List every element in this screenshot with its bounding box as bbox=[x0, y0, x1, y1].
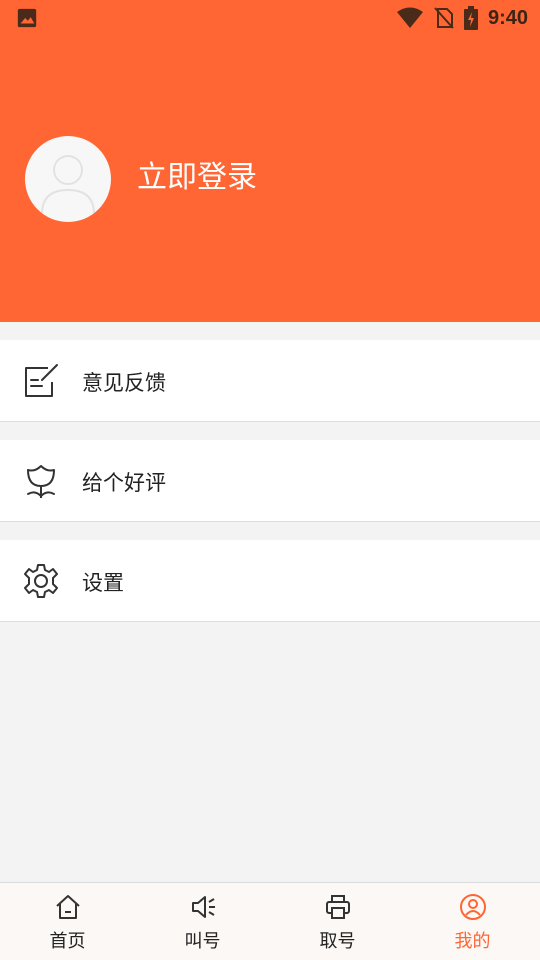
menu-item-label: 给个好评 bbox=[82, 471, 166, 495]
tab-label: 取号 bbox=[319, 931, 356, 952]
tab-label: 叫号 bbox=[184, 931, 221, 952]
status-time: 9:40 bbox=[487, 6, 528, 29]
tab-home[interactable]: 首页 bbox=[0, 883, 135, 960]
image-icon bbox=[17, 8, 37, 28]
battery-charging-icon bbox=[463, 6, 478, 30]
menu-item-feedback[interactable]: 意见反馈 bbox=[0, 340, 540, 422]
menu-item-label: 设置 bbox=[82, 571, 124, 595]
person-icon bbox=[41, 155, 95, 215]
speaker-icon bbox=[191, 896, 215, 918]
status-bar: 9:40 bbox=[0, 0, 540, 36]
tab-label: 我的 bbox=[454, 931, 491, 952]
feedback-icon bbox=[25, 364, 58, 397]
tab-mine[interactable]: 我的 bbox=[405, 883, 540, 960]
bottom-tab-bar: 首页 叫号 取号 我的 bbox=[0, 882, 540, 960]
no-sim-icon bbox=[434, 7, 454, 29]
login-link[interactable]: 立即登录 bbox=[137, 152, 257, 196]
tab-label: 首页 bbox=[49, 931, 86, 952]
tab-call[interactable]: 叫号 bbox=[135, 883, 270, 960]
menu-item-rate[interactable]: 给个好评 bbox=[0, 440, 540, 522]
tab-take-number[interactable]: 取号 bbox=[270, 883, 405, 960]
avatar[interactable] bbox=[25, 136, 111, 222]
home-icon bbox=[55, 895, 80, 919]
flower-icon bbox=[27, 465, 55, 498]
printer-icon bbox=[325, 895, 350, 919]
gear-icon bbox=[24, 564, 58, 598]
user-circle-icon bbox=[459, 894, 486, 920]
profile-header: 9:40 立即登录 bbox=[0, 0, 540, 322]
menu-item-label: 意见反馈 bbox=[82, 371, 166, 395]
wifi-icon bbox=[396, 7, 423, 28]
menu-item-settings[interactable]: 设置 bbox=[0, 540, 540, 622]
